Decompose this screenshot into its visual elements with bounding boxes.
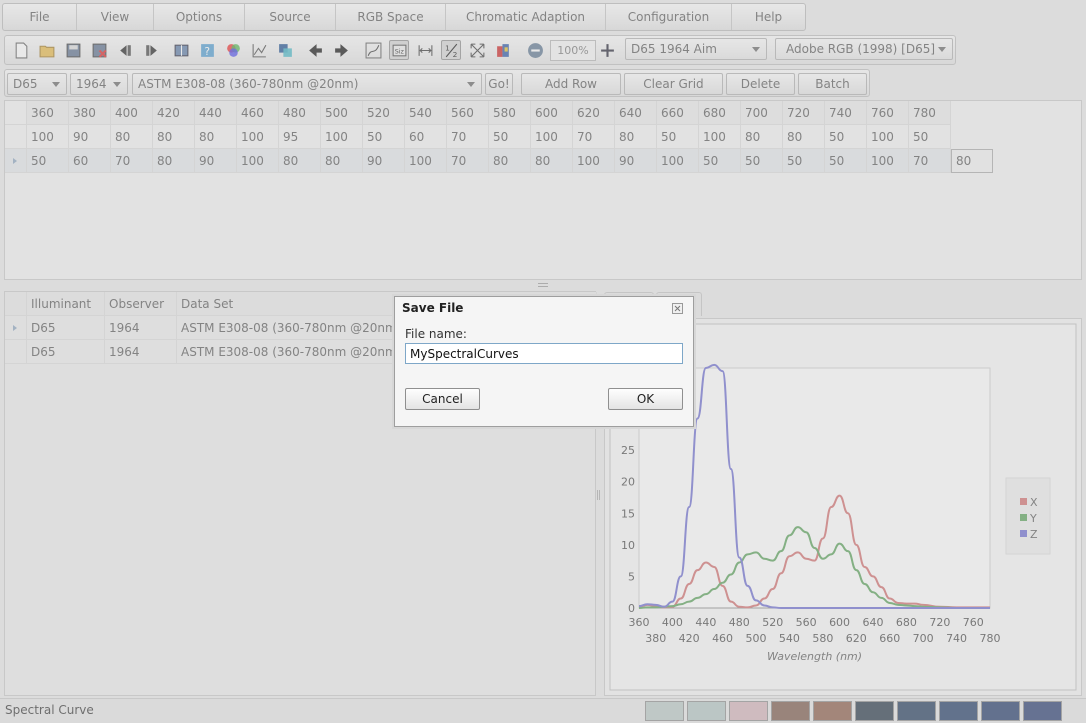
file-name-label: File name: — [405, 327, 467, 341]
ok-button[interactable]: OK — [608, 388, 683, 410]
close-icon[interactable] — [672, 303, 683, 314]
cancel-button[interactable]: Cancel — [405, 388, 480, 410]
dialog-title: Save File — [402, 301, 464, 315]
save-file-dialog: Save File File name: Cancel OK — [394, 296, 694, 427]
file-name-input[interactable] — [405, 343, 683, 364]
